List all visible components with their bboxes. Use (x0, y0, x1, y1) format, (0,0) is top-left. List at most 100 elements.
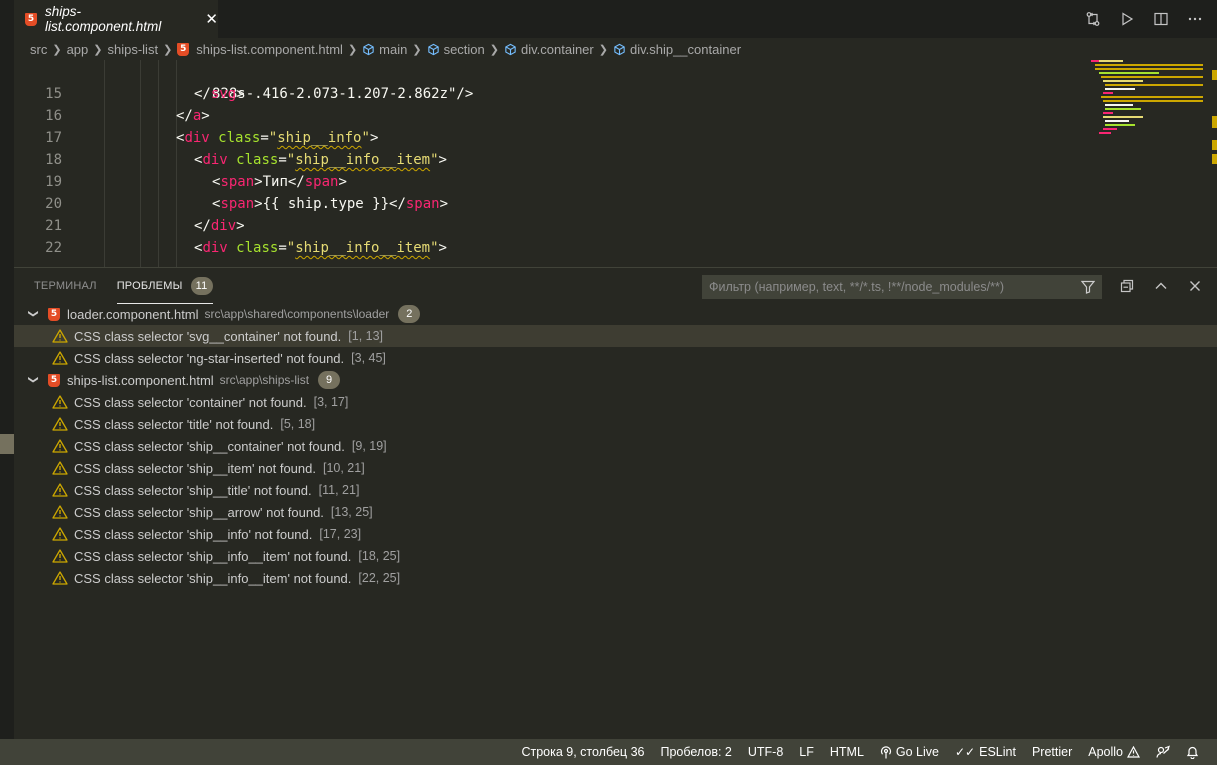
html5-icon: 5 (25, 12, 37, 26)
problem-item[interactable]: CSS class selector 'ship__container' not… (14, 435, 1217, 457)
panel-actions (1119, 268, 1203, 304)
minimap-line (1103, 80, 1143, 82)
warning-icon (52, 461, 68, 475)
problem-item[interactable]: CSS class selector 'svg__container' not … (14, 325, 1217, 347)
problem-item[interactable]: CSS class selector 'container' not found… (14, 391, 1217, 413)
run-icon[interactable] (1119, 11, 1135, 27)
code-editor[interactable]: 828s-.416-2.073-1.207-2.862z"/> 15 </svg>… (14, 60, 1217, 267)
problem-message: CSS class selector 'ship__title' not fou… (74, 482, 312, 498)
problem-file-group[interactable]: ❯ 5 loader.component.html src\app\shared\co… (14, 303, 1217, 325)
problem-item[interactable]: CSS class selector 'title' not found. [5,… (14, 413, 1217, 435)
punctuation (210, 130, 218, 146)
warning-icon (52, 527, 68, 541)
minimap-line (1099, 72, 1159, 74)
breadcrumb: src ❯ app ❯ ships-list ❯ 5 ships-list.com… (14, 38, 1217, 60)
problem-location: [10, 21] (322, 461, 365, 475)
punctuation (228, 152, 236, 168)
problem-location: [9, 19] (351, 439, 387, 453)
status-eol[interactable]: LF (799, 745, 814, 759)
split-editor-icon[interactable] (1153, 11, 1169, 27)
minimap-line (1105, 88, 1135, 90)
breadcrumb-div-container[interactable]: div.container (504, 42, 594, 57)
status-encoding[interactable]: UTF-8 (748, 745, 783, 759)
status-language[interactable]: HTML (830, 745, 864, 759)
minimap[interactable] (1091, 60, 1203, 150)
code-text: </div> (194, 215, 245, 237)
problem-item[interactable]: CSS class selector 'ng-star-inserted' no… (14, 347, 1217, 369)
problem-message: CSS class selector 'ship__item' not foun… (74, 460, 316, 476)
problem-item[interactable]: CSS class selector 'ship__item' not foun… (14, 457, 1217, 479)
breadcrumb-ships-list[interactable]: ships-list (107, 42, 158, 57)
status-go-live[interactable]: Go Live (880, 745, 939, 759)
close-panel-icon[interactable] (1187, 278, 1203, 294)
close-icon[interactable]: ✕ (205, 10, 218, 28)
code-text: <div class="ship__info__item"> (194, 237, 447, 259)
minimap-line (1105, 108, 1141, 110)
warning-icon (52, 417, 68, 431)
line-number: 22 (45, 240, 62, 256)
html-attribute: class (236, 240, 279, 256)
html-tag: div (210, 218, 237, 234)
problem-item[interactable]: CSS class selector 'ship__arrow' not fou… (14, 501, 1217, 523)
status-apollo-label: Apollo (1088, 745, 1123, 759)
minimap-line (1095, 68, 1203, 70)
tab-problems[interactable]: ПРОБЛЕМЫ 11 (116, 268, 213, 304)
notifications-bell-icon[interactable] (1186, 745, 1199, 759)
compare-changes-icon[interactable] (1085, 11, 1101, 27)
problem-item[interactable]: CSS class selector 'ship__info__item' no… (14, 545, 1217, 567)
attribute-value: " (361, 130, 370, 146)
chevron-right-icon: ❯ (598, 43, 608, 56)
chevron-down-icon[interactable]: ❯ (28, 375, 39, 385)
problem-item[interactable]: CSS class selector 'ship__info__item' no… (14, 567, 1217, 589)
problem-item[interactable]: CSS class selector 'ship__info' not foun… (14, 523, 1217, 545)
minimap-line (1105, 104, 1133, 106)
punctuation: </ (194, 218, 211, 234)
breadcrumb-label: main (379, 41, 408, 57)
problem-item[interactable]: CSS class selector 'ship__title' not fou… (14, 479, 1217, 501)
attribute-value: ship__info__item (295, 152, 431, 168)
code-line: 828s-.416-2.073-1.207-2.862z"/> (14, 61, 473, 102)
minimap-line (1099, 60, 1123, 62)
status-apollo[interactable]: Apollo (1088, 745, 1140, 759)
problems-count-badge: 11 (190, 276, 213, 295)
collapse-all-icon[interactable] (1119, 278, 1135, 294)
status-indentation[interactable]: Пробелов: 2 (660, 745, 731, 759)
editor-tab[interactable]: 5 ships-list.component.html ✕ (14, 0, 218, 38)
warning-icon (52, 351, 68, 365)
breadcrumb-file[interactable]: 5 ships-list.component.html (177, 42, 343, 57)
problem-message: CSS class selector 'container' not found… (74, 394, 307, 410)
html5-icon: 5 (48, 373, 60, 387)
status-cursor-position[interactable]: Строка 9, столбец 36 (521, 745, 644, 759)
status-prettier[interactable]: Prettier (1032, 745, 1072, 759)
breadcrumb-section[interactable]: section (427, 42, 485, 57)
problem-message: CSS class selector 'ng-star-inserted' no… (74, 350, 345, 366)
warning-icon (52, 439, 68, 453)
more-actions-icon[interactable] (1187, 11, 1203, 27)
breadcrumb-div-ship-container[interactable]: div.ship__container (613, 42, 741, 57)
code-text: <span>Тип</span> (212, 171, 347, 193)
code-text: <span>{{ ship.type }}</span> (212, 193, 448, 215)
breadcrumb-app[interactable]: app (67, 42, 89, 57)
filter-icon[interactable] (1075, 280, 1101, 294)
line-number: 20 (45, 196, 62, 212)
feedback-icon[interactable] (1156, 745, 1170, 759)
problem-file-path: src\app\ships-list (219, 373, 310, 387)
breadcrumb-src[interactable]: src (30, 42, 47, 57)
chevron-down-icon[interactable]: ❯ (28, 309, 39, 319)
warning-icon (52, 329, 68, 343)
problem-file-group[interactable]: ❯ 5 ships-list.component.html src\app\ships… (14, 369, 1217, 391)
status-eslint[interactable]: ✓✓ ESLint (955, 745, 1016, 759)
punctuation: >{{ ship.type }}</ (254, 196, 406, 212)
problems-filter-input[interactable] (703, 276, 1075, 298)
breadcrumb-main[interactable]: main (362, 42, 407, 57)
tab-terminal[interactable]: ТЕРМИНАЛ (34, 280, 97, 292)
attribute-value: " (286, 152, 296, 168)
problem-location: [3, 17] (313, 395, 349, 409)
warning-icon (52, 549, 68, 563)
maximize-panel-icon[interactable] (1153, 278, 1169, 294)
html-tag: span (304, 174, 339, 190)
chevron-right-icon: ❯ (347, 43, 358, 56)
html-tag: span (405, 196, 440, 212)
minimap-line (1103, 112, 1113, 114)
problem-message: CSS class selector 'ship__info__item' no… (74, 548, 352, 564)
